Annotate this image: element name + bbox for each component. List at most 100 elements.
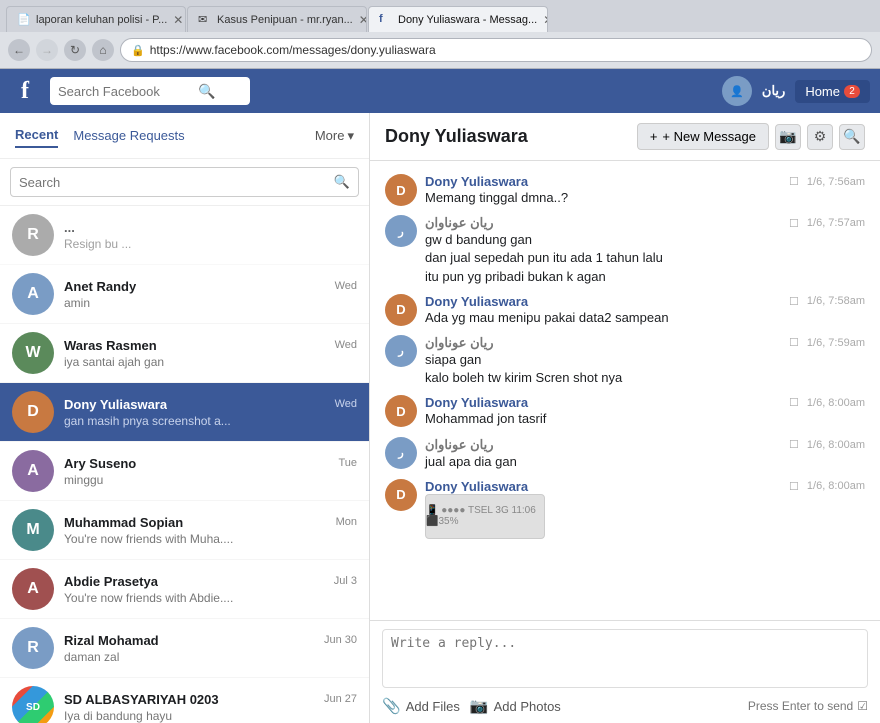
fb-logo: f [10, 76, 40, 106]
main-layout: Recent Message Requests More ▾ 🔍 R ... [0, 113, 880, 723]
conv-name: Waras Rasmen [64, 338, 157, 353]
search-chat-button[interactable]: 🔍 [839, 124, 865, 150]
sidebar-search-box[interactable]: 🔍 [10, 167, 359, 197]
list-item[interactable]: R ... Resign bu ... [0, 206, 369, 265]
avatar: ر [385, 215, 417, 247]
avatar: D [385, 395, 417, 427]
avatar: A [12, 273, 54, 315]
conv-name: Anet Randy [64, 279, 136, 294]
new-message-icon: + [650, 129, 658, 144]
fb-search-icon: 🔍 [198, 83, 215, 100]
conv-name: Muhammad Sopian [64, 515, 183, 530]
msg-time: 1/6, 7:57am [807, 217, 865, 229]
list-item[interactable]: A Anet Randy Wed amin [0, 265, 369, 324]
table-row: D Dony Yuliaswara ☐ 1/6, 8:00am 📱 ●●●● T… [385, 476, 865, 542]
conv-preview: minggu [64, 473, 357, 487]
conv-info: Dony Yuliaswara Wed gan masih pnya scree… [64, 397, 357, 428]
msg-text: Ada yg mau menipu pakai data2 sampean [425, 310, 669, 325]
conv-info: Ary Suseno Tue minggu [64, 456, 357, 487]
msg-sender: Dony Yuliaswara [425, 174, 528, 189]
compose-area: 📎 Add Files 📷 Add Photos Press Enter to … [370, 620, 880, 723]
fb-home-button[interactable]: Home 2 [795, 80, 870, 103]
attachment-image: 📱 ●●●● TSEL 3G 11:06 ⬛35% [425, 494, 545, 539]
fb-search-container[interactable]: 🔍 [50, 77, 250, 105]
list-item[interactable]: D Dony Yuliaswara Wed gan masih pnya scr… [0, 383, 369, 442]
back-button[interactable]: ← [8, 39, 30, 61]
msg-checkbox-icon: ☐ [789, 480, 799, 493]
msg-sender: Dony Yuliaswara [425, 479, 528, 494]
fb-search-input[interactable] [58, 84, 198, 99]
checkmark-icon: ☑ [857, 699, 868, 713]
list-item[interactable]: R Rizal Mohamad Jun 30 daman zal [0, 619, 369, 678]
home-button[interactable]: ⌂ [92, 39, 114, 61]
add-files-label: Add Files [406, 699, 460, 714]
tab-2[interactable]: ✉ Kasus Penipuan - mr.ryan... ✕ [187, 6, 367, 32]
table-row: D Dony Yuliaswara ☐ 1/6, 7:56am Memang t… [385, 171, 865, 210]
new-message-button[interactable]: + + New Message [637, 123, 769, 150]
video-call-button[interactable]: 📷 [775, 124, 801, 150]
conv-date: Jun 27 [324, 693, 357, 705]
compose-input[interactable] [382, 629, 868, 688]
avatar: D [385, 294, 417, 326]
sidebar-tab-recent[interactable]: Recent [15, 123, 58, 148]
conv-preview: Iya di bandung hayu [64, 709, 357, 723]
msg-checkbox-icon: ☐ [789, 175, 799, 188]
sidebar-more-dropdown[interactable]: More ▾ [315, 128, 354, 144]
fb-user-area: 👤 ريان Home 2 [722, 76, 870, 106]
conv-name: Ary Suseno [64, 456, 136, 471]
sidebar-search-input[interactable] [19, 175, 334, 190]
tab-close-1[interactable]: ✕ [173, 13, 183, 27]
conv-date: Jun 30 [324, 634, 357, 646]
table-row: ر ريان عوناوان ☐ 1/6, 7:57am gw d bandun… [385, 212, 865, 289]
camera-icon: 📷 [470, 697, 489, 715]
url-bar[interactable]: 🔒 https://www.facebook.com/messages/dony… [120, 38, 872, 62]
forward-button[interactable]: → [36, 39, 58, 61]
tab-1[interactable]: 📄 laporan keluhan polisi - P... ✕ [6, 6, 186, 32]
msg-sender: ريان عوناوان [425, 437, 494, 453]
conv-date: Wed [335, 339, 357, 351]
fb-user-name: ريان [762, 83, 785, 99]
conv-name: ... [64, 220, 75, 235]
fb-user-avatar[interactable]: 👤 [722, 76, 752, 106]
url-text: https://www.facebook.com/messages/dony.y… [150, 43, 436, 57]
msg-text: gw d bandung gan dan jual sepedah pun it… [425, 231, 865, 286]
add-files-button[interactable]: 📎 Add Files [382, 697, 460, 715]
conv-date: Mon [336, 516, 357, 528]
tab-favicon-1: 📄 [17, 13, 31, 27]
conv-name: Rizal Mohamad [64, 633, 159, 648]
conv-info: Abdie Prasetya Jul 3 You're now friends … [64, 574, 357, 605]
chat-messages: D Dony Yuliaswara ☐ 1/6, 7:56am Memang t… [370, 161, 880, 620]
list-item[interactable]: M Muhammad Sopian Mon You're now friends… [0, 501, 369, 560]
lock-icon: 🔒 [131, 44, 145, 57]
sidebar-header: Recent Message Requests More ▾ [0, 113, 369, 159]
conversation-list: R ... Resign bu ... A Anet Randy Wed [0, 206, 369, 723]
conv-info: SD ALBASYARIYAH 0203 Jun 27 Iya di bandu… [64, 692, 357, 723]
chat-area: Dony Yuliaswara + + New Message 📷 ⚙ 🔍 [370, 113, 880, 723]
tab-close-3[interactable]: ✕ [543, 13, 548, 27]
list-item[interactable]: A Abdie Prasetya Jul 3 You're now friend… [0, 560, 369, 619]
add-photos-button[interactable]: 📷 Add Photos [470, 697, 561, 715]
list-item[interactable]: A Ary Suseno Tue minggu [0, 442, 369, 501]
home-label: Home [805, 84, 840, 99]
settings-button[interactable]: ⚙ [807, 124, 833, 150]
conv-date: Wed [335, 280, 357, 292]
conv-info: Rizal Mohamad Jun 30 daman zal [64, 633, 357, 664]
msg-time: 1/6, 8:00am [807, 397, 865, 409]
reload-button[interactable]: ↻ [64, 39, 86, 61]
msg-text: Mohammad jon tasrif [425, 411, 546, 426]
tab-close-2[interactable]: ✕ [359, 13, 367, 27]
address-bar: ← → ↻ ⌂ 🔒 https://www.facebook.com/messa… [0, 32, 880, 68]
table-row: D Dony Yuliaswara ☐ 1/6, 7:58am Ada yg m… [385, 291, 865, 330]
msg-text: Memang tinggal dmna..? [425, 190, 568, 205]
chat-header-actions: + + New Message 📷 ⚙ 🔍 [637, 123, 865, 150]
search-icon: 🔍 [843, 128, 860, 145]
msg-sender: ريان عوناوان [425, 335, 494, 351]
list-item[interactable]: W Waras Rasmen Wed iya santai ajah gan [0, 324, 369, 383]
sidebar-tab-message-requests[interactable]: Message Requests [73, 124, 184, 147]
msg-time: 1/6, 8:00am [807, 480, 865, 492]
conv-name: Abdie Prasetya [64, 574, 158, 589]
tab-3[interactable]: f Dony Yuliaswara - Messag... ✕ [368, 6, 548, 32]
list-item[interactable]: SD SD ALBASYARIYAH 0203 Jun 27 Iya di ba… [0, 678, 369, 723]
compose-toolbar: 📎 Add Files 📷 Add Photos Press Enter to … [382, 697, 868, 715]
conv-preview: daman zal [64, 650, 357, 664]
